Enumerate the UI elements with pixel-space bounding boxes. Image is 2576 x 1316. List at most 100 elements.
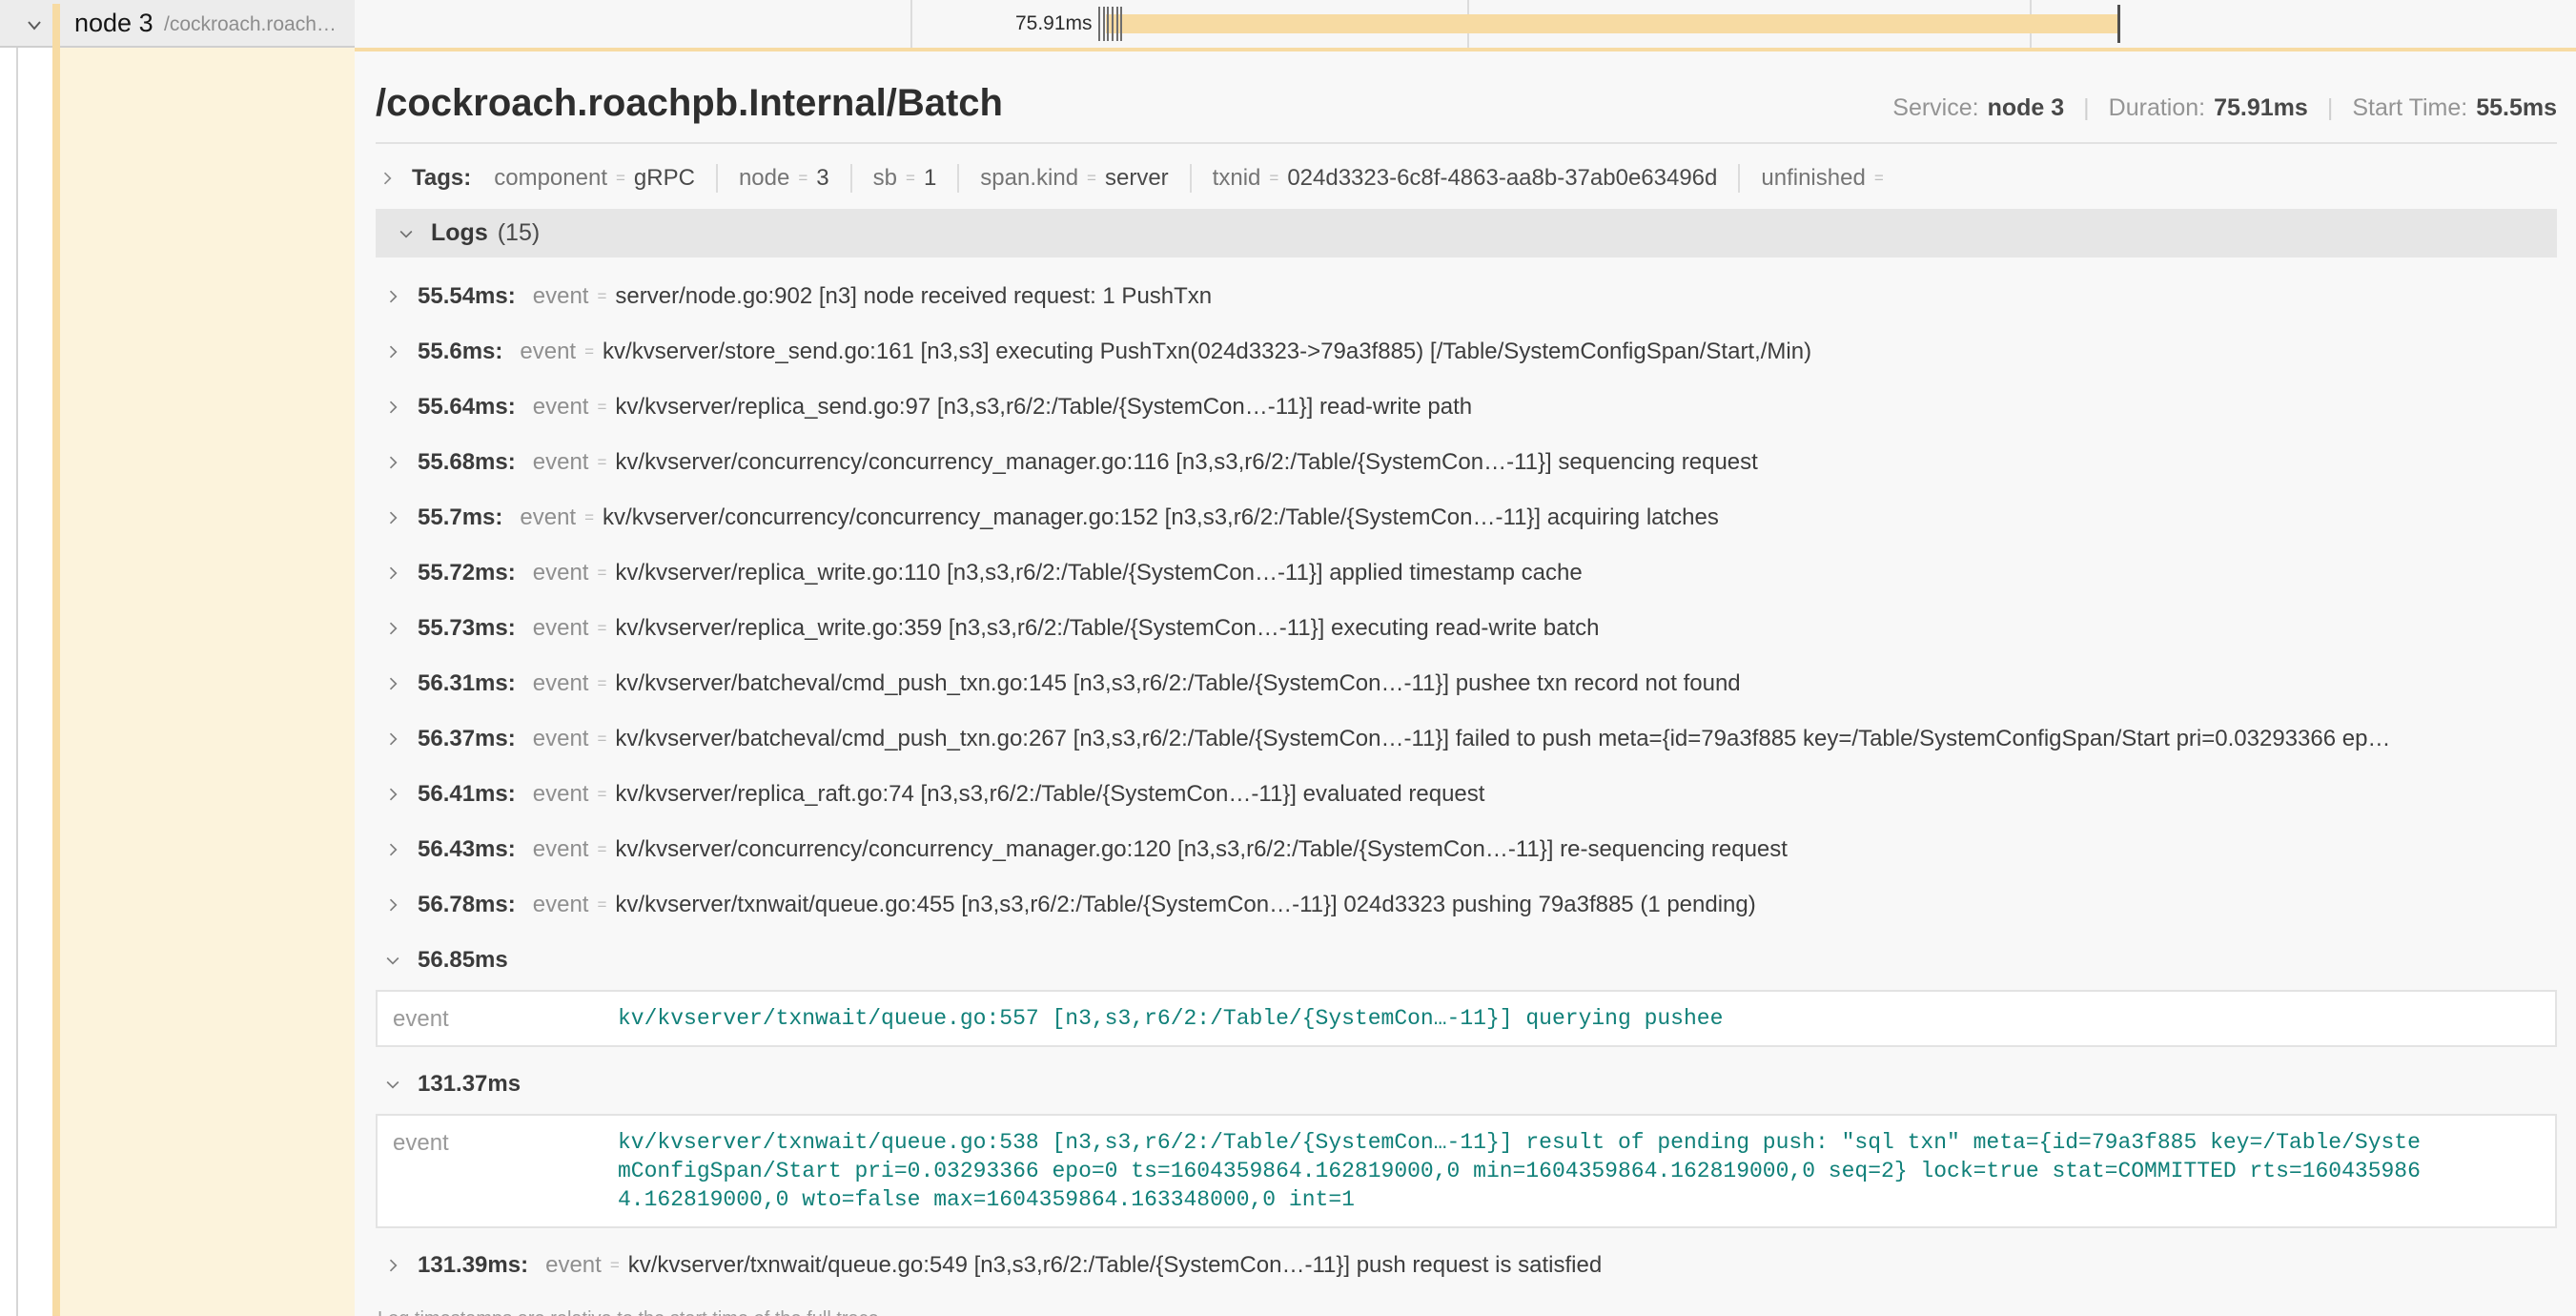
log-field-value: kv/kvserver/store_send.go:161 [n3,s3] ex… (603, 339, 1811, 365)
log-entry-collapsed[interactable]: 56.43ms: event = kv/kvserver/concurrency… (376, 822, 2557, 877)
tag-separator (716, 164, 718, 193)
tag-key: component (494, 165, 607, 192)
log-timestamp: 55.64ms: (418, 394, 516, 421)
log-entry-collapsed[interactable]: 56.31ms: event = kv/kvserver/batcheval/c… (376, 656, 2557, 711)
log-field-value: kv/kvserver/concurrency/concurrency_mana… (615, 836, 1788, 863)
log-field-key: event (378, 1006, 618, 1033)
equals-sign: = (906, 169, 915, 188)
log-entry-collapsed[interactable]: 56.78ms: event = kv/kvserver/txnwait/que… (376, 877, 2557, 933)
log-field-key: event (533, 394, 589, 421)
tag-item[interactable]: sb = 1 (873, 165, 937, 192)
log-entry-collapsed[interactable]: 55.64ms: event = kv/kvserver/replica_sen… (376, 380, 2557, 435)
tag-item[interactable]: txnid = 024d3323-6c8f-4863-aa8b-37ab0e63… (1213, 165, 1718, 192)
equals-sign: = (1269, 169, 1278, 188)
chevron-right-icon (383, 619, 402, 638)
equals-sign: = (597, 895, 606, 915)
tag-separator (1190, 164, 1192, 193)
log-timestamp: 56.31ms: (418, 670, 516, 697)
log-entry-collapsed[interactable]: 55.54ms: event = server/node.go:902 [n3]… (376, 269, 2557, 324)
chevron-right-icon (378, 169, 397, 188)
span-row: node 3 /cockroach.roach… 75.91ms (0, 0, 2576, 48)
log-entry-collapsed[interactable]: 55.6ms: event = kv/kvserver/store_send.g… (376, 324, 2557, 380)
logs-section-header[interactable]: Logs (15) (376, 209, 2557, 257)
log-detail-row: event kv/kvserver/txnwait/queue.go:538 [… (378, 1128, 2555, 1214)
tag-item[interactable]: span.kind = server (980, 165, 1168, 192)
tags-row[interactable]: Tags: component = gRPC node = 3 sb = 1 s… (376, 144, 2557, 203)
tag-item[interactable]: unfinished = (1761, 165, 1891, 192)
log-field-key: event (533, 283, 589, 310)
span-detail-panel: /cockroach.roachpb.Internal/Batch Servic… (355, 48, 2576, 1316)
log-field-value: kv/kvserver/replica_raft.go:74 [n3,s3,r6… (615, 781, 1484, 808)
equals-sign: = (597, 674, 606, 693)
log-field-key: event (533, 836, 589, 863)
tag-value: 1 (924, 165, 936, 192)
chevron-right-icon (383, 564, 402, 583)
log-field-value: kv/kvserver/batcheval/cmd_push_txn.go:26… (615, 726, 2390, 752)
tag-item[interactable]: component = gRPC (494, 165, 695, 192)
timeline-gridline (910, 0, 912, 48)
equals-sign: = (597, 619, 606, 638)
log-marker (1116, 7, 1118, 41)
log-field-key: event (533, 615, 589, 642)
chevron-right-icon (383, 508, 402, 527)
log-entry-collapsed[interactable]: 55.7ms: event = kv/kvserver/concurrency/… (376, 490, 2557, 545)
log-entry-collapsed[interactable]: 55.73ms: event = kv/kvserver/replica_wri… (376, 601, 2557, 656)
log-timestamp: 131.37ms (418, 1071, 521, 1098)
chevron-right-icon (383, 895, 402, 915)
tag-key: txnid (1213, 165, 1261, 192)
log-timestamp: 55.68ms: (418, 449, 516, 476)
log-detail-row: event kv/kvserver/txnwait/queue.go:557 [… (378, 1004, 2555, 1033)
log-timestamp: 131.39ms: (418, 1252, 528, 1279)
equals-sign: = (597, 287, 606, 306)
log-field-value: kv/kvserver/txnwait/queue.go:557 [n3,s3,… (618, 1004, 1723, 1033)
log-field-key: event (520, 339, 576, 365)
chevron-right-icon (383, 287, 402, 306)
tag-value: gRPC (634, 165, 695, 192)
log-entry-header[interactable]: 131.37ms (376, 1057, 2557, 1112)
equals-sign: = (610, 1256, 620, 1275)
log-marker-end (2117, 5, 2120, 43)
log-field-key: event (520, 504, 576, 531)
tag-key: unfinished (1761, 165, 1865, 192)
equals-sign: = (597, 730, 606, 749)
duration-value: 75.91ms (2214, 94, 2308, 122)
equals-sign: = (597, 564, 606, 583)
log-field-key: event (533, 726, 589, 752)
chevron-right-icon (383, 840, 402, 859)
span-detail-header: /cockroach.roachpb.Internal/Batch Servic… (376, 82, 2557, 125)
log-timestamp: 56.41ms: (418, 781, 516, 808)
chevron-down-icon (383, 1075, 402, 1094)
log-marker (1098, 7, 1100, 41)
span-duration-label: 75.91ms (1015, 12, 1093, 35)
chevron-right-icon (383, 1256, 402, 1275)
log-entry-header[interactable]: 56.85ms (376, 933, 2557, 988)
log-field-key: event (533, 670, 589, 697)
log-entry-collapsed[interactable]: 55.68ms: event = kv/kvserver/concurrency… (376, 435, 2557, 490)
log-entry-expanded: 131.37ms event kv/kvserver/txnwait/queue… (376, 1057, 2557, 1228)
log-entry-collapsed[interactable]: 56.37ms: event = kv/kvserver/batcheval/c… (376, 711, 2557, 767)
log-entry-collapsed[interactable]: 56.41ms: event = kv/kvserver/replica_raf… (376, 767, 2557, 822)
log-timestamp: 55.73ms: (418, 615, 516, 642)
start-time-label: Start Time: (2352, 94, 2467, 122)
log-field-value: server/node.go:902 [n3] node received re… (615, 283, 1212, 310)
log-marker (1112, 7, 1114, 41)
log-marker (1120, 7, 1122, 41)
timeline-cell[interactable]: 75.91ms (355, 0, 2576, 48)
tag-key: sb (873, 165, 897, 192)
tag-item[interactable]: node = 3 (739, 165, 829, 192)
chevron-right-icon (383, 453, 402, 472)
log-entry-collapsed[interactable]: 55.72ms: event = kv/kvserver/replica_wri… (376, 545, 2557, 601)
log-entry-expanded: 56.85ms event kv/kvserver/txnwait/queue.… (376, 933, 2557, 1047)
tag-value: 3 (816, 165, 828, 192)
log-entry-collapsed[interactable]: 131.39ms: event = kv/kvserver/txnwait/qu… (376, 1238, 2557, 1293)
log-timestamp: 56.85ms (418, 947, 508, 974)
log-field-value: kv/kvserver/replica_write.go:110 [n3,s3,… (615, 560, 1582, 586)
log-marker (1107, 7, 1109, 41)
chevron-right-icon (383, 674, 402, 693)
log-marker (1103, 7, 1105, 41)
span-duration-bar[interactable] (1106, 14, 2118, 33)
logs-footer-note: Log timestamps are relative to the start… (376, 1308, 2557, 1316)
tags-list: component = gRPC node = 3 sb = 1 span.ki… (494, 164, 1892, 193)
span-color-accent-bar (52, 4, 60, 1316)
log-field-key: event (545, 1252, 602, 1279)
